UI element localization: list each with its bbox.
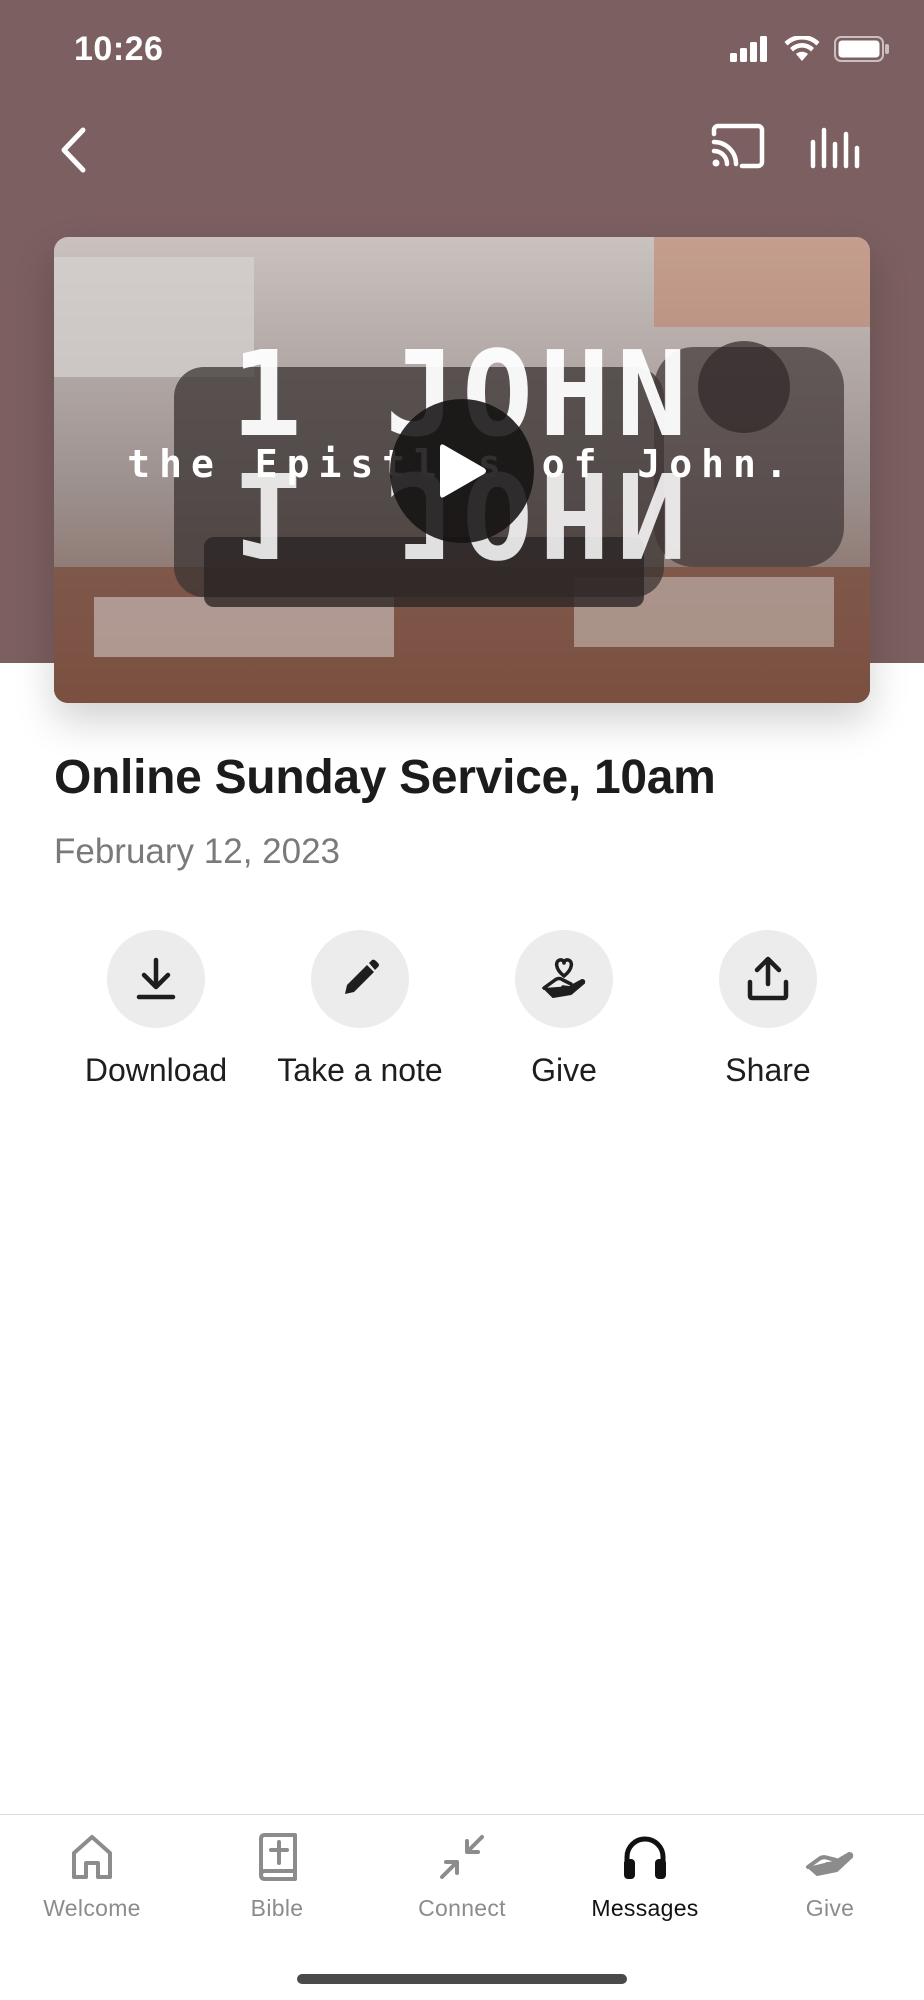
give-hand-icon	[806, 1852, 854, 1876]
status-time: 10:26	[74, 30, 164, 68]
hand-heart-icon	[542, 958, 586, 998]
tab-welcome-label: Welcome	[43, 1895, 141, 1921]
take-a-note-label: Take a note	[277, 1052, 443, 1088]
take-a-note-button[interactable]: Take a note	[258, 930, 462, 1089]
back-button[interactable]	[48, 120, 98, 180]
cast-button[interactable]	[710, 122, 770, 176]
play-icon	[440, 444, 486, 498]
pencil-icon-circle	[311, 930, 409, 1028]
tab-connect[interactable]: Connect	[370, 1833, 554, 1922]
download-button[interactable]: Download	[54, 930, 258, 1089]
tab-bible-label: Bible	[250, 1895, 304, 1921]
give-action-label: Give	[531, 1052, 597, 1088]
wifi-icon	[784, 36, 820, 61]
status-bar: 10:26	[0, 0, 924, 100]
tab-messages-label: Messages	[591, 1895, 699, 1921]
home-icon	[72, 1835, 112, 1879]
download-icon-circle	[107, 930, 205, 1028]
tab-connect-label: Connect	[418, 1895, 506, 1921]
give-action-button[interactable]: Give	[462, 930, 666, 1089]
tab-bible[interactable]: Bible	[185, 1833, 369, 1922]
video-thumbnail[interactable]: 1 JOHN 1 JOHN the Epistles of John.	[54, 237, 870, 703]
download-label: Download	[84, 1052, 228, 1088]
battery-icon	[834, 36, 889, 62]
status-icons	[730, 36, 890, 62]
pencil-icon	[345, 959, 379, 994]
home-indicator	[297, 1974, 627, 1984]
tab-bar: Welcome Bible Connect Messages Give	[0, 1814, 924, 2000]
play-button[interactable]	[390, 399, 534, 543]
tab-messages[interactable]: Messages	[553, 1833, 737, 1922]
signal-icon	[730, 36, 767, 62]
sermon-title: Online Sunday Service, 10am	[54, 751, 716, 804]
hand-heart-icon-circle	[515, 930, 613, 1028]
headphones-icon	[624, 1836, 666, 1879]
bible-icon	[259, 1833, 297, 1881]
cast-icon	[711, 123, 765, 169]
waveform-icon	[810, 127, 860, 169]
share-button[interactable]: Share	[666, 930, 870, 1089]
audio-waveform-button[interactable]	[808, 122, 868, 176]
share-icon	[747, 956, 789, 1001]
nav-bar	[0, 110, 924, 190]
tab-welcome[interactable]: Welcome	[0, 1833, 184, 1922]
share-label: Share	[725, 1052, 811, 1088]
download-icon	[136, 957, 176, 1000]
tab-give[interactable]: Give	[738, 1833, 922, 1922]
connect-icon	[440, 1835, 484, 1879]
chevron-left-icon	[61, 127, 86, 173]
sermon-date: February 12, 2023	[54, 832, 341, 871]
share-icon-circle	[719, 930, 817, 1028]
tab-give-label: Give	[805, 1895, 855, 1921]
action-row: Download Take a note Give Share	[54, 930, 870, 1090]
